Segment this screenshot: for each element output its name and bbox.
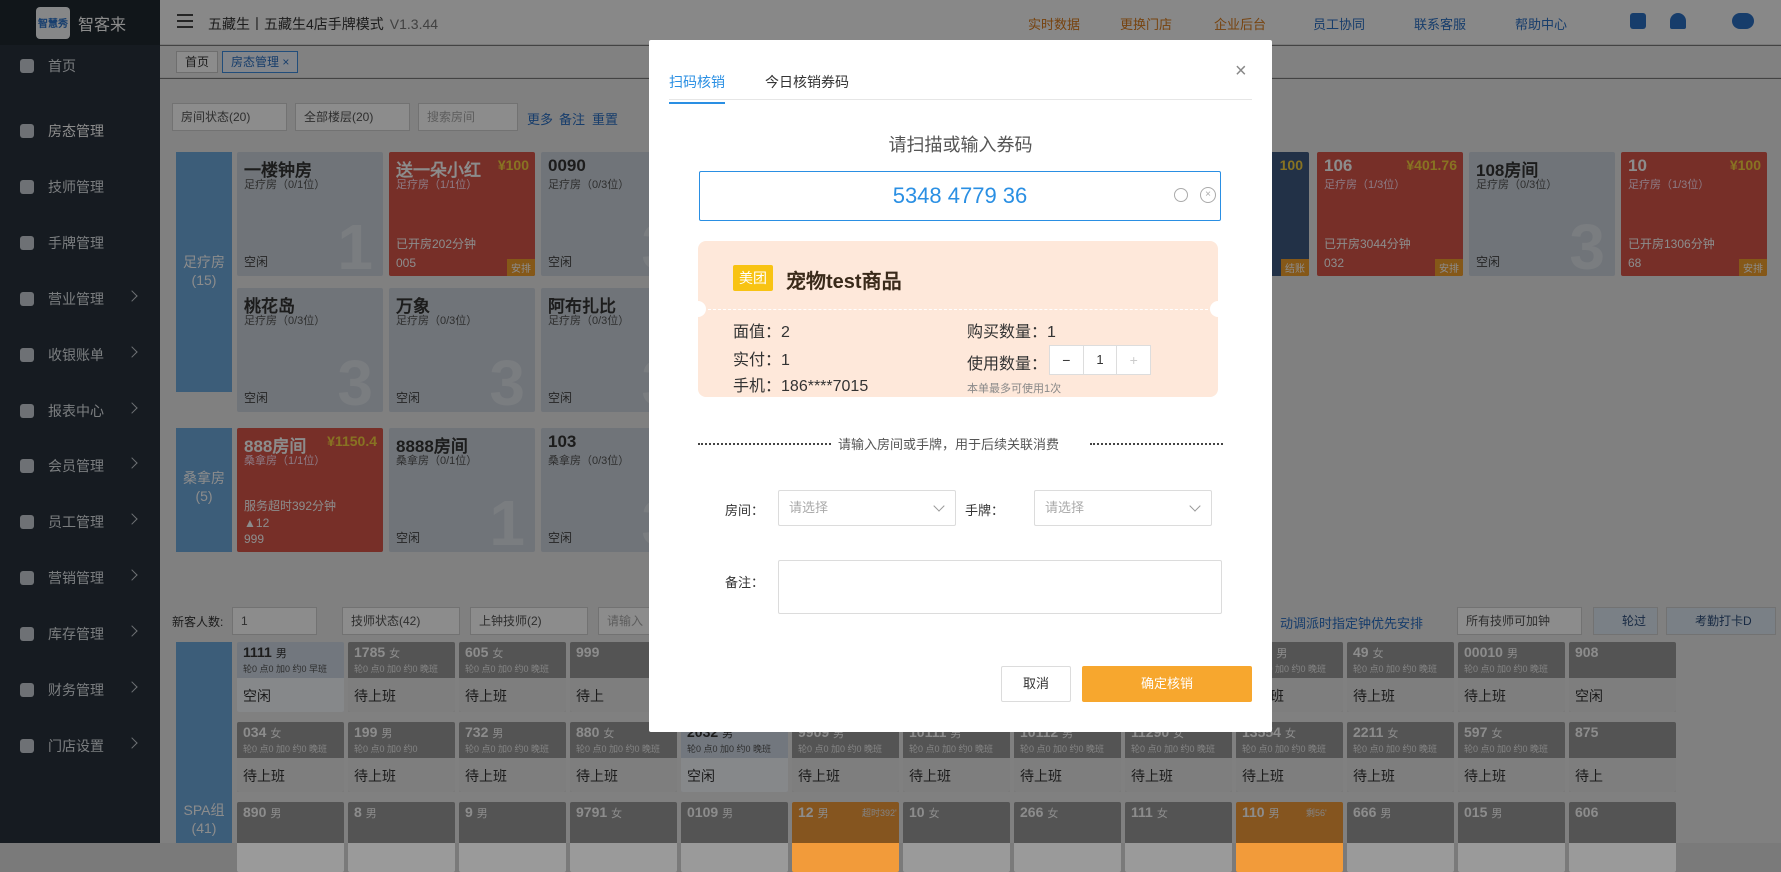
chevron-down-icon [1189,500,1201,512]
dotted-line [698,443,831,445]
use-qty-stepper[interactable]: − 1 + [1049,345,1151,375]
use-qty-label: 使用数量： [967,356,1048,373]
link-hint: 请输入房间或手牌，用于后续关联消费 [838,437,1060,452]
paid-label: 实付： [733,352,782,369]
chevron-down-icon [933,500,945,512]
use-limit-hint: 本单最多可使用1次 [967,383,1062,395]
face-label: 面值： [733,324,782,341]
coupon-name: 宠物test商品 [786,271,902,293]
verify-coupon-dialog: 扫码核销 今日核销券码 × 请扫描或输入券码 × 美团 宠物test商品 面值：… [649,40,1272,732]
meituan-badge: 美团 [733,265,773,291]
note-label: 备注： [725,575,765,590]
coupon-code-field[interactable]: × [699,171,1221,221]
buy-qty-label: 购买数量： [967,324,1048,341]
use-qty-value[interactable]: 1 [1082,346,1118,374]
close-icon[interactable]: × [1235,60,1247,83]
coupon-notch [690,301,706,317]
coupon-code-input[interactable] [700,172,1220,220]
coupon-notch [1210,301,1226,317]
tab-scan-verify[interactable]: 扫码核销 [669,72,725,104]
tag-placeholder: 请选择 [1045,500,1085,515]
link-divider: 请输入房间或手牌，用于后续关联消费 [698,436,1223,452]
paid-amount: 1 [781,352,790,369]
note-textarea[interactable] [778,560,1222,614]
dotted-line [1090,443,1223,445]
room-label: 房间： [725,503,765,518]
minus-button[interactable]: − [1050,346,1083,374]
buy-qty: 购买数量：1 [967,318,1056,342]
scan-prompt: 请扫描或输入券码 [888,135,1033,155]
buy-qty-value: 1 [1047,324,1056,341]
cancel-button[interactable]: 取消 [1001,666,1071,702]
face-value: 面值：2 [733,318,790,342]
room-placeholder: 请选择 [789,500,829,515]
coupon-card: 美团 宠物test商品 面值：2 实付：1 手机：186****7015 购买数… [690,241,1226,397]
paid-value: 实付：1 [733,346,790,370]
search-icon[interactable] [1174,188,1188,202]
confirm-verify-button[interactable]: 确定核销 [1082,666,1252,702]
tab-today-verified[interactable]: 今日核销券码 [765,72,849,102]
plus-button[interactable]: + [1117,346,1150,374]
phone-value: 186****7015 [781,378,869,395]
clear-icon[interactable]: × [1200,187,1216,203]
phone-label: 手机： [733,378,782,395]
face-amount: 2 [781,324,790,341]
tag-label: 手牌： [965,503,1005,518]
coupon-divider [708,309,1208,310]
room-select[interactable]: 请选择 [778,490,956,526]
tag-select[interactable]: 请选择 [1034,490,1212,526]
dialog-tabs: 扫码核销 今日核销券码 [669,60,1252,104]
phone: 手机：186****7015 [733,372,868,396]
